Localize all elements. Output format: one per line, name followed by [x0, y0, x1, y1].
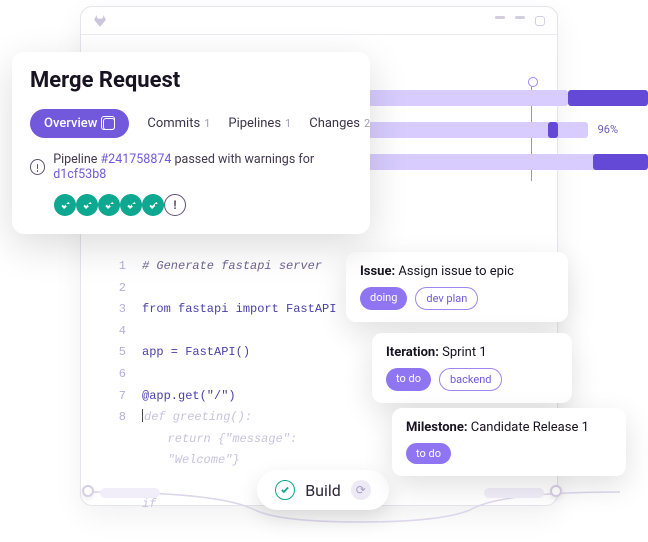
- build-pill[interactable]: Build ⟳: [257, 470, 389, 510]
- issue-card[interactable]: Issue: Assign issue to epic doingdev pla…: [346, 252, 568, 322]
- tag[interactable]: doing: [360, 287, 407, 310]
- check-circle-icon: [275, 480, 295, 500]
- commit-sha-link[interactable]: d1cf53b8: [53, 167, 106, 182]
- flow-node[interactable]: [550, 485, 562, 497]
- tab-changes[interactable]: Changes2: [309, 116, 370, 131]
- tab-commits[interactable]: Commits1: [147, 116, 210, 131]
- window-controls[interactable]: [495, 16, 545, 26]
- tag[interactable]: to do: [386, 368, 431, 391]
- tab-pipelines[interactable]: Pipelines1: [228, 116, 291, 131]
- tag[interactable]: backend: [439, 368, 503, 391]
- gitlab-logo-icon: [93, 14, 107, 28]
- window-dash-icon[interactable]: [495, 16, 505, 19]
- roadmap-pct: 96%: [598, 123, 618, 136]
- tab-overview[interactable]: Overview: [30, 109, 129, 138]
- window-dash-icon[interactable]: [515, 16, 525, 19]
- pipeline-stages: [54, 194, 352, 216]
- window-close-icon[interactable]: [535, 16, 545, 26]
- merge-request-card: Merge Request Overview Commits1 Pipeline…: [12, 52, 370, 234]
- copy-icon: [103, 118, 115, 130]
- build-label: Build: [305, 481, 341, 500]
- stage-warn-icon[interactable]: [164, 194, 186, 216]
- mr-tabs: Overview Commits1 Pipelines1 Changes2: [30, 109, 352, 138]
- pipeline-status: Pipeline #241758874 passed with warnings…: [30, 152, 352, 182]
- roadmap-bars: 96%: [368, 87, 648, 183]
- pipeline-link[interactable]: #241758874: [100, 152, 171, 167]
- flow-node[interactable]: [82, 485, 94, 497]
- milestone-card[interactable]: Milestone: Candidate Release 1 to do: [392, 408, 626, 476]
- titlebar: [81, 7, 557, 35]
- tag[interactable]: to do: [406, 443, 451, 464]
- mr-title: Merge Request: [30, 68, 352, 93]
- warning-icon: [30, 159, 45, 175]
- tag[interactable]: dev plan: [415, 287, 478, 310]
- refresh-icon[interactable]: ⟳: [351, 480, 371, 500]
- iteration-card[interactable]: Iteration: Sprint 1 to dobackend: [372, 333, 572, 403]
